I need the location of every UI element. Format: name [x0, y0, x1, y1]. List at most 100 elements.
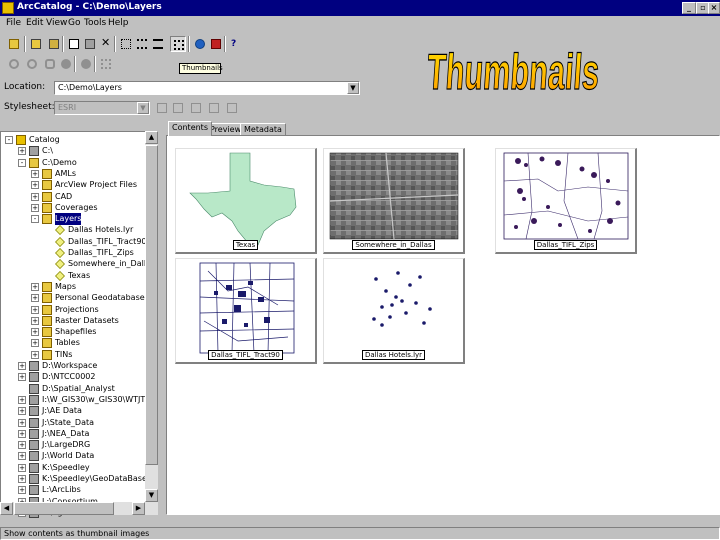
expand-toggle[interactable]: +: [18, 452, 26, 461]
close-button[interactable]: ×: [708, 2, 720, 14]
arccatalog-app-icon[interactable]: [2, 2, 14, 14]
list-button[interactable]: [134, 36, 150, 52]
expand-toggle[interactable]: +: [18, 486, 26, 495]
title-bar[interactable]: ArcCatalog - C:\Demo\Layers _ ▫ ×: [0, 0, 720, 16]
whats-this-button[interactable]: ?: [228, 36, 244, 52]
tree-item-label: Dallas Hotels.lyr: [68, 225, 134, 235]
menu-go[interactable]: Go: [68, 18, 80, 28]
expand-toggle[interactable]: +: [31, 169, 39, 178]
expand-toggle[interactable]: +: [31, 339, 39, 348]
scroll-thumb[interactable]: [14, 502, 114, 515]
toolbar-separator: [224, 36, 226, 52]
thumbnail-dallas-tifl-tract90[interactable]: Dallas_TIFL_Tract90: [175, 258, 317, 364]
pan-button[interactable]: [42, 56, 58, 72]
scroll-thumb[interactable]: [145, 145, 158, 465]
full-extent-button[interactable]: [58, 56, 74, 72]
tab-contents[interactable]: Contents: [168, 121, 212, 136]
update-metadata-icon: [227, 103, 237, 113]
expand-toggle[interactable]: +: [18, 475, 26, 483]
stylesheet-dropdown-button[interactable]: ▼: [137, 102, 149, 114]
scroll-down-button[interactable]: ▼: [145, 489, 158, 502]
paste-icon: [85, 39, 95, 49]
collapse-toggle[interactable]: -: [5, 136, 13, 144]
large-icons-button[interactable]: [118, 36, 134, 52]
details-button[interactable]: [150, 36, 166, 52]
thumbnail-texas[interactable]: Texas: [175, 148, 317, 254]
contents-pane[interactable]: Texas Somewhere_in_Dallas Dallas_TIFL_Zi…: [166, 135, 720, 515]
scroll-left-button[interactable]: ◀: [0, 502, 13, 515]
minimize-button[interactable]: _: [682, 2, 696, 14]
expand-toggle[interactable]: +: [31, 305, 39, 314]
expand-toggle[interactable]: +: [18, 418, 26, 427]
expand-toggle[interactable]: +: [18, 362, 26, 370]
metadata-properties-button[interactable]: [170, 100, 186, 116]
delete-button[interactable]: ✕: [98, 36, 114, 52]
folder-icon: [42, 327, 52, 338]
connect-folder-button[interactable]: [28, 36, 44, 52]
expand-toggle[interactable]: +: [31, 294, 39, 303]
menu-help[interactable]: Help: [108, 18, 129, 28]
tree-vertical-scrollbar[interactable]: ▲ ▼: [145, 131, 158, 515]
menu-view[interactable]: View: [46, 18, 67, 28]
expand-toggle[interactable]: +: [18, 407, 26, 416]
thumbnails-button[interactable]: [170, 36, 186, 52]
stylesheet-combo[interactable]: ESRI ▼: [54, 101, 150, 115]
folder-icon: [42, 281, 52, 292]
thumbnail-dallas-tifl-zips[interactable]: Dallas_TIFL_Zips: [495, 148, 637, 254]
drive-icon: [29, 406, 39, 417]
thumbnail-somewhere-in-dallas[interactable]: Somewhere_in_Dallas: [323, 148, 465, 254]
disconnect-folder-button[interactable]: [46, 36, 62, 52]
tree-horizontal-scrollbar[interactable]: ◀ ▶: [0, 502, 158, 515]
expand-toggle[interactable]: +: [18, 373, 26, 382]
scroll-right-button[interactable]: ▶: [132, 502, 145, 515]
toolbar-separator: [114, 36, 116, 52]
export-metadata-button[interactable]: [206, 100, 222, 116]
expand-toggle[interactable]: +: [18, 429, 26, 438]
import-metadata-icon: [191, 103, 201, 113]
drive-icon: [29, 485, 39, 496]
tree-item-label: K:\Speedley\GeoDataBase: [42, 474, 147, 483]
expand-toggle[interactable]: +: [31, 181, 39, 190]
expand-toggle[interactable]: +: [31, 328, 39, 337]
expand-toggle[interactable]: +: [31, 203, 39, 212]
identify-button[interactable]: [78, 56, 94, 72]
drive-icon: [29, 417, 39, 428]
collapse-toggle[interactable]: -: [31, 215, 39, 224]
tree-item-label: TINs: [55, 349, 73, 359]
up-one-level-button[interactable]: [6, 36, 22, 52]
collapse-toggle[interactable]: -: [18, 158, 26, 167]
zips-map-thumbnail: [503, 152, 629, 240]
tree-item-label: D:\NTCC0002: [42, 372, 96, 382]
expand-toggle[interactable]: +: [31, 316, 39, 325]
menu-file[interactable]: File: [6, 18, 21, 28]
toolbar-separator: [74, 56, 76, 72]
copy-button[interactable]: [66, 36, 82, 52]
expand-toggle[interactable]: +: [18, 147, 26, 156]
menu-tools[interactable]: Tools: [84, 18, 106, 28]
paste-button[interactable]: [82, 36, 98, 52]
arctoolbox-button[interactable]: [208, 36, 224, 52]
tree-item-label: CAD: [55, 191, 73, 201]
scroll-up-button[interactable]: ▲: [145, 131, 158, 144]
launch-arcmap-button[interactable]: [192, 36, 208, 52]
thumbnail-dallas-hotels[interactable]: Dallas Hotels.lyr: [323, 258, 465, 364]
expand-toggle[interactable]: +: [31, 282, 39, 291]
tree-item-label: J:\LargeDRG: [42, 440, 91, 450]
folder-icon: [42, 180, 52, 191]
location-combo[interactable]: C:\Demo\Layers ▼: [54, 81, 360, 95]
import-metadata-button[interactable]: [188, 100, 204, 116]
expand-toggle[interactable]: +: [18, 463, 26, 472]
expand-toggle[interactable]: +: [31, 192, 39, 201]
zoom-in-button[interactable]: [6, 56, 22, 72]
update-metadata-button[interactable]: [224, 100, 240, 116]
location-dropdown-button[interactable]: ▼: [347, 82, 359, 94]
catalog-tree[interactable]: - Catalog + C:\ - C:\Demo + AMLs + ArcView Projec…: [0, 131, 158, 518]
edit-metadata-button[interactable]: [154, 100, 170, 116]
expand-toggle[interactable]: +: [18, 441, 26, 450]
create-thumbnail-button[interactable]: [98, 56, 114, 72]
expand-toggle[interactable]: +: [31, 350, 39, 359]
zoom-out-button[interactable]: [24, 56, 40, 72]
toolbar-separator: [94, 56, 96, 72]
expand-toggle[interactable]: +: [18, 395, 26, 404]
menu-edit[interactable]: Edit: [26, 18, 43, 28]
